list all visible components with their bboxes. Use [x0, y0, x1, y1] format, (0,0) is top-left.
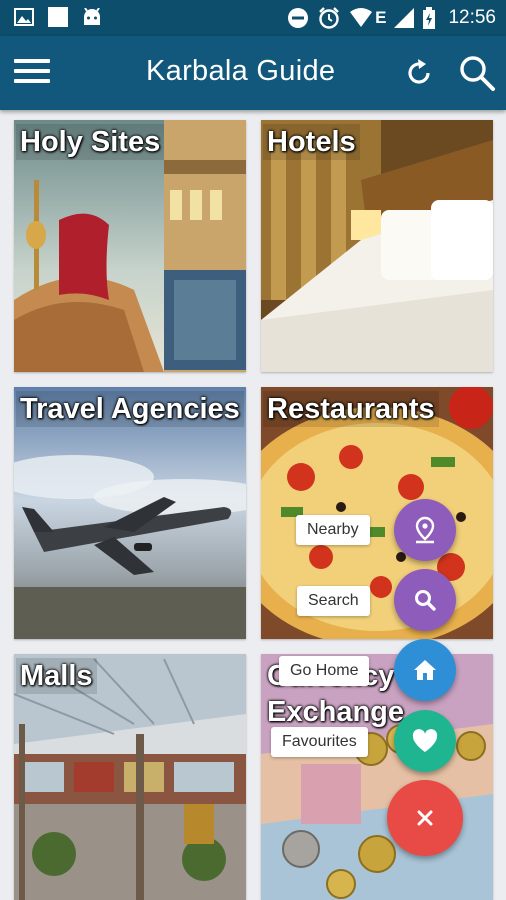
clock: 12:56	[448, 7, 496, 28]
tile-travel-agencies[interactable]: Travel Agencies	[14, 387, 246, 639]
network-type-label: E	[375, 8, 387, 27]
fab-label-search[interactable]: Search	[297, 586, 370, 616]
tile-label-holy-sites: Holy Sites	[16, 124, 165, 160]
app-screen: E 12:56 Karbala Guide Holy Sites Hotels …	[0, 0, 506, 900]
fab-favourites-button[interactable]	[394, 710, 456, 772]
refresh-icon[interactable]	[402, 56, 436, 90]
hamburger-line	[14, 69, 50, 73]
status-bar: E 12:56	[0, 0, 506, 36]
fab-label-favourites[interactable]: Favourites	[271, 727, 368, 757]
fab-label-nearby[interactable]: Nearby	[296, 515, 370, 545]
tile-holy-sites[interactable]: Holy Sites	[14, 120, 246, 372]
menu-button[interactable]	[14, 59, 52, 87]
fab-search-button[interactable]	[394, 569, 456, 631]
do-not-disturb-icon	[288, 8, 309, 28]
android-icon	[84, 8, 100, 25]
close-icon	[417, 810, 433, 826]
alarm-icon	[319, 7, 339, 29]
tile-restaurants[interactable]: Restaurants	[261, 387, 493, 639]
fab-nearby-button[interactable]	[394, 499, 456, 561]
tile-malls[interactable]: Malls	[14, 654, 246, 900]
app-title: Karbala Guide	[146, 55, 336, 87]
tile-label-line2: Exchange	[267, 696, 404, 728]
image-icon	[14, 8, 34, 26]
tile-label-restaurants: Restaurants	[263, 391, 439, 427]
heart-icon	[412, 729, 438, 752]
tile-label-travel-agencies: Travel Agencies	[16, 391, 244, 427]
home-icon	[414, 660, 436, 680]
app-bar: Karbala Guide	[0, 36, 506, 110]
search-icon[interactable]	[458, 54, 496, 92]
square-icon	[48, 7, 68, 27]
signal-icon	[394, 8, 415, 28]
tile-currency-exchange[interactable]: Currency Exchange	[261, 654, 493, 900]
wifi-icon	[350, 8, 373, 27]
fab-label-go-home[interactable]: Go Home	[279, 656, 370, 686]
hamburger-line	[14, 79, 50, 83]
fab-close-button[interactable]	[387, 780, 463, 856]
location-pin-icon	[415, 516, 435, 544]
search-icon	[415, 590, 436, 611]
tile-hotels[interactable]: Hotels	[261, 120, 493, 372]
tile-label-hotels: Hotels	[263, 124, 360, 160]
fab-home-button[interactable]	[394, 639, 456, 701]
hamburger-line	[14, 59, 50, 63]
battery-icon	[423, 7, 436, 29]
tile-label-malls: Malls	[16, 658, 97, 694]
